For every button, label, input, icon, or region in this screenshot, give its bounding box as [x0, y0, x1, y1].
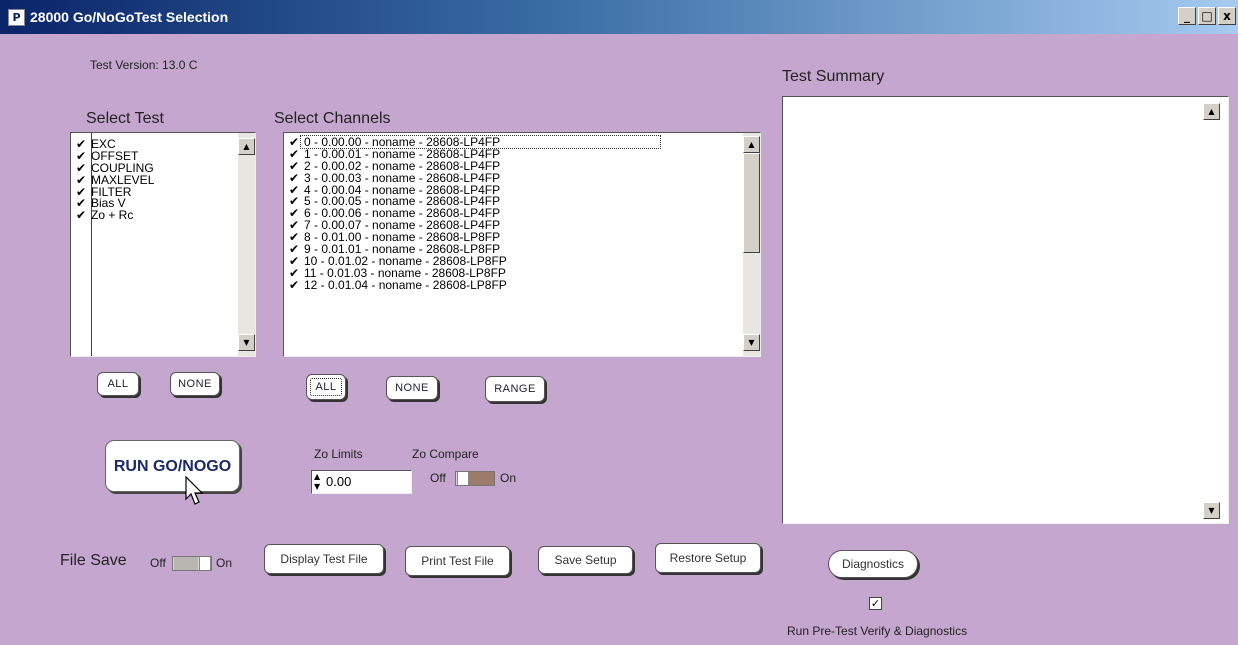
channel-list-items: ✔ 0 - 0.00.00 - noname - 28608-LP4FP ✔ 1 - … — [287, 134, 662, 291]
zo-limits-value: 0.00 — [326, 474, 352, 489]
maximize-button[interactable]: □ — [1198, 7, 1216, 25]
list-item[interactable]: ✔ OFFSET — [74, 150, 154, 162]
scroll-up-icon[interactable]: ▲ — [1203, 103, 1220, 120]
save-setup-button[interactable]: Save Setup — [538, 546, 633, 574]
check-icon[interactable]: ✔ — [287, 172, 301, 184]
channel-list-scrollbar[interactable]: ▲ ▼ — [743, 133, 760, 356]
mouse-cursor-icon — [185, 475, 204, 505]
channel-none-button[interactable]: NONE — [386, 376, 438, 400]
scroll-down-icon[interactable]: ▼ — [238, 334, 255, 351]
zo-compare-toggle[interactable] — [455, 471, 495, 486]
list-item[interactable]: ✔ 3 - 0.00.03 - noname - 28608-LP4FP — [287, 172, 660, 184]
toggle-knob[interactable] — [199, 557, 211, 570]
toggle-knob[interactable] — [457, 472, 469, 485]
pretest-label: Run Pre-Test Verify & Diagnostics — [787, 624, 968, 638]
list-item-label: 3 - 0.00.03 - noname - 28608-LP4FP — [304, 170, 501, 185]
scroll-up-icon[interactable]: ▲ — [743, 136, 760, 153]
check-icon[interactable]: ✔ — [74, 209, 88, 221]
list-item[interactable]: ✔ MAXLEVEL — [74, 174, 154, 186]
test-summary-box[interactable]: ▲ ▼ — [782, 96, 1229, 524]
select-channels-list[interactable]: ✔ 0 - 0.00.00 - noname - 28608-LP4FP ✔ 1 - … — [283, 132, 761, 357]
test-none-button[interactable]: NONE — [170, 372, 220, 396]
select-test-list[interactable]: ✔ EXC ✔ OFFSET ✔ COUPLING ✔ MAXLEVEL ✔ FILTER ✔ Bia… — [70, 132, 256, 357]
list-item-label: Zo + Rc — [91, 208, 134, 223]
list-item-label: MAXLEVEL — [91, 172, 155, 187]
zo-compare-off-label: Off — [430, 471, 446, 485]
file-save-toggle[interactable] — [172, 556, 212, 571]
list-item[interactable]: ✔ COUPLING — [74, 162, 154, 174]
close-button[interactable]: x — [1218, 7, 1236, 25]
toggle-fill — [468, 472, 494, 485]
summary-scrollbar[interactable]: ▲ ▼ — [1203, 97, 1228, 523]
test-list-scrollbar[interactable]: ▲ ▼ — [238, 133, 255, 356]
test-list-items: ✔ EXC ✔ OFFSET ✔ COUPLING ✔ MAXLEVEL ✔ FILTER ✔ Bia… — [74, 138, 154, 221]
list-item[interactable]: ✔ Zo + Rc — [74, 209, 154, 221]
window-title: 28000 Go/NoGoTest Selection — [30, 9, 229, 25]
pretest-checkbox[interactable]: ✓ — [869, 597, 882, 610]
spinner-arrows[interactable]: ▲ ▼ — [314, 472, 324, 492]
file-save-on-label: On — [216, 556, 233, 570]
check-icon[interactable]: ✔ — [287, 267, 301, 279]
list-item-label: COUPLING — [91, 160, 154, 175]
scroll-down-icon[interactable]: ▼ — [1203, 502, 1220, 519]
check-icon[interactable]: ✔ — [287, 160, 301, 172]
list-item[interactable]: ✔ 1 - 0.00.01 - noname - 28608-LP4FP — [287, 148, 660, 160]
zo-compare-label: Zo Compare — [412, 447, 479, 461]
channel-range-button[interactable]: RANGE — [485, 376, 545, 402]
list-item-label: 2 - 0.00.02 - noname - 28608-LP4FP — [304, 158, 501, 173]
scroll-thumb[interactable] — [743, 153, 760, 253]
toggle-fill — [174, 557, 198, 570]
zo-limits-label: Zo Limits — [314, 447, 363, 461]
display-test-file-button[interactable]: Display Test File — [264, 544, 384, 574]
app-icon: P — [8, 9, 25, 26]
file-save-label: File Save — [60, 552, 127, 569]
file-save-off-label: Off — [150, 556, 166, 570]
scroll-down-icon[interactable]: ▼ — [743, 334, 760, 351]
test-summary-label: Test Summary — [782, 68, 885, 85]
run-go-nogo-button[interactable]: RUN GO/NOGO — [105, 440, 240, 492]
restore-setup-button[interactable]: Restore Setup — [655, 543, 761, 573]
zo-compare-on-label: On — [500, 471, 517, 485]
list-item[interactable]: ✔ 12 - 0.01.04 - noname - 28608-LP8FP — [287, 279, 660, 291]
list-item[interactable]: ✔ 11 - 0.01.03 - noname - 28608-LP8FP — [287, 267, 660, 279]
list-item[interactable]: ✔ 2 - 0.00.02 - noname - 28608-LP4FP — [287, 160, 660, 172]
spin-down-icon[interactable]: ▼ — [314, 482, 324, 492]
scroll-up-icon[interactable]: ▲ — [238, 138, 255, 155]
print-test-file-button[interactable]: Print Test File — [405, 546, 510, 576]
test-all-button[interactable]: ALL — [97, 372, 139, 396]
check-icon[interactable]: ✔ — [74, 174, 88, 186]
list-item-label: 11 - 0.01.03 - noname - 28608-LP8FP — [304, 265, 506, 280]
test-version-label: Test Version: 13.0 C — [90, 58, 198, 72]
channel-all-button[interactable]: ALL — [306, 374, 346, 400]
list-item[interactable]: ✔ 10 - 0.01.02 - noname - 28608-LP8FP — [287, 255, 660, 267]
check-icon[interactable]: ✔ — [74, 162, 88, 174]
select-test-label: Select Test — [86, 110, 164, 127]
check-icon[interactable]: ✔ — [287, 279, 301, 291]
list-item-label: 12 - 0.01.04 - noname - 28608-LP8FP — [304, 277, 507, 292]
zo-limits-spinner[interactable]: ▲ ▼ 0.00 — [311, 470, 412, 494]
spin-up-icon[interactable]: ▲ — [314, 472, 324, 482]
select-channels-label: Select Channels — [274, 110, 391, 127]
minimize-button[interactable]: _ — [1178, 7, 1196, 25]
window-controls: _ □ x — [1178, 7, 1236, 25]
diagnostics-button[interactable]: Diagnostics — [828, 550, 918, 578]
title-bar: P 28000 Go/NoGoTest Selection _ □ x — [0, 0, 1238, 34]
